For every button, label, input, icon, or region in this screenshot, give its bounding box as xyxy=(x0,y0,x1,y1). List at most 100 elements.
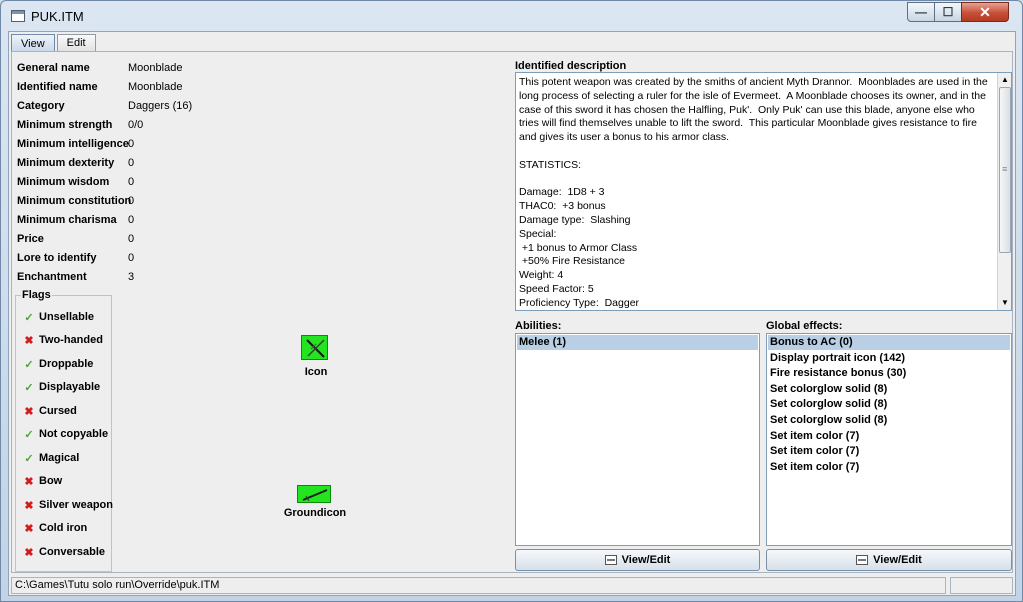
minimize-button[interactable]: — xyxy=(907,2,935,22)
view-edit-icon xyxy=(604,555,617,565)
cross-icon: ✖ xyxy=(24,405,34,418)
property-label: Category xyxy=(17,100,65,112)
window-icon xyxy=(11,10,25,22)
abilities-title: Abilities: xyxy=(515,320,562,332)
status-extra xyxy=(950,577,1013,594)
list-item[interactable]: Set colorglow solid (8) xyxy=(768,397,1010,412)
cross-icon: ✖ xyxy=(24,475,34,488)
property-row: Identified name Moonblade xyxy=(17,78,277,97)
check-icon: ✓ xyxy=(24,428,34,441)
property-row: Minimum wisdom 0 xyxy=(17,173,277,192)
flag-item: ✖ Two-handed xyxy=(22,331,103,349)
description-title: Identified description xyxy=(515,60,627,72)
list-item[interactable]: Fire resistance bonus (30) xyxy=(768,366,1010,381)
property-label: Minimum intelligence xyxy=(17,138,129,150)
property-label: Enchantment xyxy=(17,271,87,283)
list-item[interactable]: Set item color (7) xyxy=(768,444,1010,459)
property-row: General name Moonblade xyxy=(17,59,277,78)
property-label: Lore to identify xyxy=(17,252,97,264)
client-area: View Edit General name Moonblade Identifi… xyxy=(8,31,1016,596)
maximize-button[interactable]: ☐ xyxy=(934,2,962,22)
property-value: Moonblade xyxy=(128,62,183,74)
description-text: This potent weapon was created by the sm… xyxy=(519,76,988,309)
property-label: Minimum charisma xyxy=(17,214,117,226)
abilities-view-edit-button[interactable]: View/Edit xyxy=(515,549,760,571)
property-label: Minimum strength xyxy=(17,119,113,131)
flags-title: Flags xyxy=(21,289,52,301)
minimize-icon: — xyxy=(915,5,927,19)
scroll-thumb[interactable] xyxy=(999,87,1011,253)
property-row: Minimum dexterity 0 xyxy=(17,154,277,173)
flag-label: Cursed xyxy=(39,405,77,417)
description-scrollbar[interactable]: ▲ ▼ xyxy=(997,73,1011,310)
list-item[interactable]: Set colorglow solid (8) xyxy=(768,382,1010,397)
cross-icon: ✖ xyxy=(24,499,34,512)
item-icon-image xyxy=(301,335,328,360)
scroll-down-icon[interactable]: ▼ xyxy=(999,297,1011,309)
flag-item: ✓ Unsellable xyxy=(22,308,94,326)
tab-edit[interactable]: Edit xyxy=(56,34,96,51)
status-path: C:\Games\Tutu solo run\Override\puk.ITM xyxy=(11,577,946,594)
property-value: 3 xyxy=(128,271,135,283)
sword-icon xyxy=(306,339,325,358)
flag-label: Cold iron xyxy=(39,522,88,534)
list-item[interactable]: Bonus to AC (0) xyxy=(768,335,1010,350)
list-item[interactable]: Set item color (7) xyxy=(768,429,1010,444)
flag-item: ✓ Displayable xyxy=(22,378,100,396)
close-icon: ✕ xyxy=(979,3,991,20)
flag-label: Droppable xyxy=(39,358,94,370)
status-bar: C:\Games\Tutu solo run\Override\puk.ITM xyxy=(11,577,1013,594)
property-label: Minimum wisdom xyxy=(17,176,110,188)
flag-label: Unsellable xyxy=(39,311,95,323)
property-row: Minimum intelligence 0 xyxy=(17,135,277,154)
flag-item: ✖ Conversable xyxy=(22,543,105,561)
property-label: Identified name xyxy=(17,81,98,93)
flag-label: Silver weapon xyxy=(39,499,113,511)
property-value: Moonblade xyxy=(128,81,183,93)
list-item[interactable]: Display portrait icon (142) xyxy=(768,351,1010,366)
check-icon: ✓ xyxy=(24,452,34,465)
property-label: General name xyxy=(17,62,90,74)
property-value: 0/0 xyxy=(128,119,144,131)
cross-icon: ✖ xyxy=(24,334,34,347)
flag-label: Conversable xyxy=(39,546,106,558)
flag-label: Not copyable xyxy=(39,428,109,440)
description-textarea[interactable]: This potent weapon was created by the sm… xyxy=(515,72,1012,311)
flag-item: ✖ Cold iron xyxy=(22,519,87,537)
check-icon: ✓ xyxy=(24,381,34,394)
flag-item: ✖ Cursed xyxy=(22,402,77,420)
flag-label: Displayable xyxy=(39,381,101,393)
flag-item: ✓ Magical xyxy=(22,449,79,467)
groundicon-label: Groundicon xyxy=(283,507,347,519)
global-effects-view-edit-button[interactable]: View/Edit xyxy=(766,549,1012,571)
flag-item: ✖ Bow xyxy=(22,472,62,490)
global-effects-list[interactable]: Bonus to AC (0) Display portrait icon (1… xyxy=(766,333,1012,546)
flag-item: ✓ Not copyable xyxy=(22,425,108,443)
maximize-icon: ☐ xyxy=(942,5,954,19)
list-item[interactable]: Set colorglow solid (8) xyxy=(768,413,1010,428)
ground-sword-icon xyxy=(302,489,328,502)
property-label: Minimum constitution xyxy=(17,195,132,207)
cross-icon: ✖ xyxy=(24,546,34,559)
list-item[interactable]: Set item color (7) xyxy=(768,460,1010,475)
button-label: View/Edit xyxy=(873,554,922,566)
view-edit-icon xyxy=(856,555,869,565)
flag-item: ✖ Silver weapon xyxy=(22,496,113,514)
close-button[interactable]: ✕ xyxy=(961,2,1009,22)
property-value: 0 xyxy=(128,214,135,226)
tab-view[interactable]: View xyxy=(11,34,55,52)
property-value: 0 xyxy=(128,176,135,188)
title-bar[interactable]: PUK.ITM — ☐ ✕ xyxy=(1,1,1022,31)
scroll-up-icon[interactable]: ▲ xyxy=(999,74,1011,86)
property-row: Category Daggers (16) xyxy=(17,97,277,116)
flag-label: Magical xyxy=(39,452,80,464)
list-item[interactable]: Melee (1) xyxy=(517,335,758,350)
property-row: Enchantment 3 xyxy=(17,268,277,287)
property-row: Lore to identify 0 xyxy=(17,249,277,268)
global-effects-title: Global effects: xyxy=(766,320,843,332)
property-label: Price xyxy=(17,233,44,245)
property-row: Minimum constitution 0 xyxy=(17,192,277,211)
abilities-list[interactable]: Melee (1) xyxy=(515,333,760,546)
property-row: Price 0 xyxy=(17,230,277,249)
ground-icon-image xyxy=(297,485,331,503)
